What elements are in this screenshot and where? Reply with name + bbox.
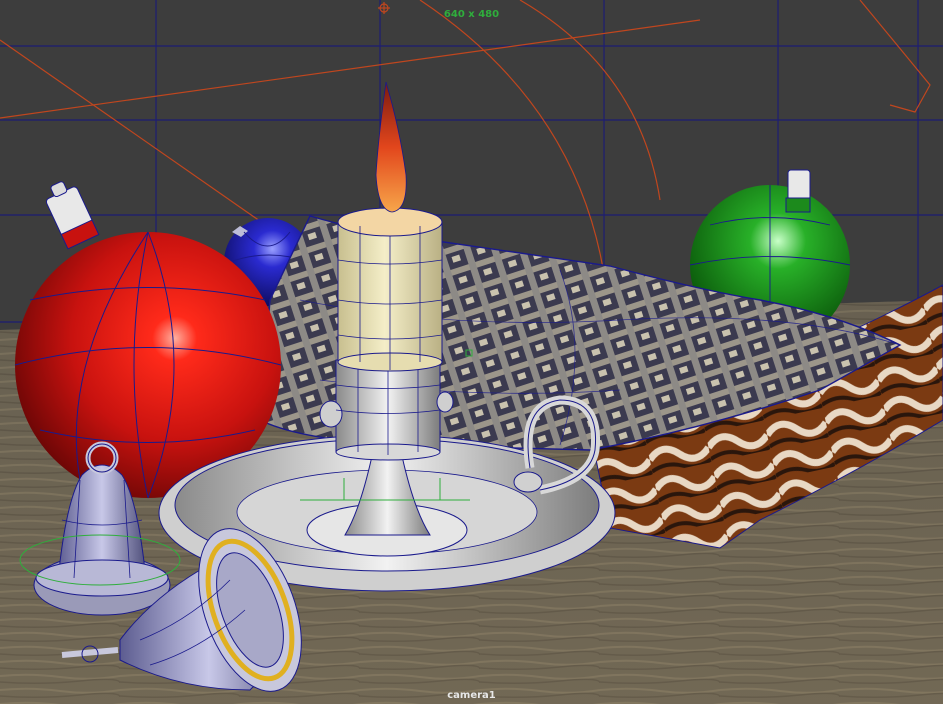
resolution-gate-label: 640 x 480: [443, 9, 500, 20]
candle: [337, 207, 443, 372]
scene-render[interactable]: [0, 0, 943, 704]
camera-name-label: camera1: [447, 690, 496, 701]
viewport-3d[interactable]: 640 x 480 camera1: [0, 0, 943, 704]
